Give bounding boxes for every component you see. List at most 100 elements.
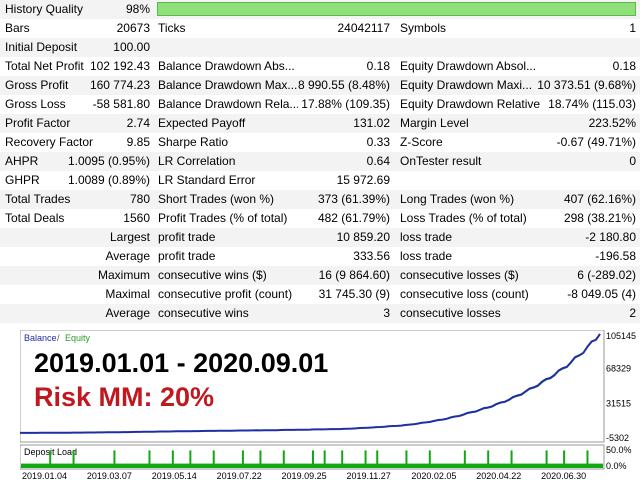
average-profit-value: 333.56 bbox=[353, 249, 390, 263]
avg-cons-wins-value: 3 bbox=[383, 306, 390, 320]
row-average: Average profit trade 333.56 loss trade -… bbox=[0, 247, 640, 266]
largest-label: Largest bbox=[109, 230, 150, 244]
gross-loss-label: Gross Loss bbox=[5, 97, 66, 111]
symbols-label: Symbols bbox=[400, 21, 447, 35]
bars-value: 20673 bbox=[116, 21, 150, 35]
total-trades-value: 780 bbox=[129, 192, 150, 206]
deposit-load-spike bbox=[282, 450, 285, 468]
short-trades-value: 373 (61.39%) bbox=[317, 192, 390, 206]
row-total-trades: Total Trades 780 Short Trades (won %) 37… bbox=[0, 190, 640, 209]
maximal-cons-profit-value: 31 745.30 (9) bbox=[318, 287, 390, 301]
x-tick-label: 2020.02.05 bbox=[411, 471, 456, 480]
x-tick-label: 2019.05.14 bbox=[152, 471, 197, 480]
equity-dd-rel-label: Equity Drawdown Relative bbox=[400, 97, 540, 111]
maximal-cons-loss-label: consecutive loss (count) bbox=[400, 287, 529, 301]
maximum-label: Maximum bbox=[97, 268, 150, 282]
x-tick-label: 2019.07.22 bbox=[217, 471, 262, 480]
row-total-deals: Total Deals 1560 Profit Trades (% of tot… bbox=[0, 209, 640, 228]
deposit-load-spike bbox=[376, 450, 379, 468]
deposit-load-spike bbox=[49, 450, 52, 468]
total-deals-label: Total Deals bbox=[5, 211, 65, 225]
ontester-label: OnTester result bbox=[400, 154, 482, 168]
max-cons-wins-label: consecutive wins ($) bbox=[158, 268, 267, 282]
average2-label: Average bbox=[105, 306, 150, 320]
lr-corr-value: 0.64 bbox=[366, 154, 390, 168]
gross-profit-label: Gross Profit bbox=[5, 78, 69, 92]
balance-dd-abs-value: 0.18 bbox=[366, 59, 390, 73]
balance-equity-chart: Balance / Equity 105145 68329 31515 -5302 D… bbox=[20, 330, 638, 480]
profit-factor-value: 2.74 bbox=[126, 116, 150, 130]
deposit-load-spike bbox=[487, 450, 490, 468]
lr-std-label: LR Standard Error bbox=[158, 173, 256, 187]
deposit-load-spike bbox=[323, 450, 326, 468]
total-trades-label: Total Trades bbox=[5, 192, 71, 206]
balance-dd-abs-label: Balance Drawdown Abs... bbox=[158, 59, 295, 73]
gross-profit-value: 160 774.23 bbox=[89, 78, 150, 92]
backtest-report: History Quality 98% Bars 20673 Ticks 240… bbox=[0, 0, 640, 323]
average-profit-label: profit trade bbox=[158, 249, 216, 263]
balance-dd-max-value: 8 990.55 (8.48%) bbox=[297, 78, 390, 92]
x-tick-label: 2019.11.27 bbox=[346, 471, 390, 480]
loss-trades-value: 298 (38.21%) bbox=[563, 211, 636, 225]
largest-profit-label: profit trade bbox=[158, 230, 216, 244]
expected-payoff-label: Expected Payoff bbox=[158, 116, 246, 130]
row-gross-profit: Gross Profit 160 774.23 Balance Drawdown… bbox=[0, 76, 640, 95]
history-quality-value: 98% bbox=[125, 2, 150, 16]
largest-profit-value: 10 859.20 bbox=[336, 230, 390, 244]
profit-factor-label: Profit Factor bbox=[5, 116, 71, 130]
avg-cons-wins-label: consecutive wins bbox=[158, 306, 249, 320]
maximal-cons-profit-label: consecutive profit (count) bbox=[158, 287, 293, 301]
largest-loss-value: -2 180.80 bbox=[585, 230, 636, 244]
equity-dd-rel-value: 18.74% (115.03) bbox=[548, 97, 636, 111]
deposit-load-spike bbox=[171, 450, 174, 468]
maximal-cons-loss-value: -8 049.05 (4) bbox=[567, 287, 636, 301]
average-loss-value: -196.58 bbox=[595, 249, 636, 263]
ticks-value: 24042117 bbox=[337, 21, 391, 35]
deposit-load-spike bbox=[72, 450, 75, 468]
row-history-quality: History Quality 98% bbox=[0, 0, 640, 19]
y-tick-label: 68329 bbox=[606, 364, 631, 374]
deposit-load-spike bbox=[586, 450, 589, 468]
max-cons-losses-label: consecutive losses ($) bbox=[400, 268, 519, 282]
risk-overlay: Risk MM: 20% bbox=[34, 382, 215, 412]
row-maximum: Maximum consecutive wins ($) 16 (9 864.6… bbox=[0, 266, 640, 285]
recovery-factor-label: Recovery Factor bbox=[5, 135, 94, 149]
row-maximal: Maximal consecutive profit (count) 31 74… bbox=[0, 285, 640, 304]
deposit-load-spike bbox=[428, 450, 431, 468]
row-average-cons: Average consecutive wins 3 consecutive l… bbox=[0, 304, 640, 323]
row-net-profit: Total Net Profit 102 192.43 Balance Draw… bbox=[0, 57, 640, 76]
deposit-load-spike bbox=[364, 450, 367, 468]
maximal-label: Maximal bbox=[105, 287, 150, 301]
equity-dd-abs-label: Equity Drawdown Absol... bbox=[400, 59, 537, 73]
y-tick-labels: 105145 68329 31515 -5302 bbox=[606, 331, 636, 443]
y-tick-label: 105145 bbox=[606, 331, 636, 341]
loss-trades-label: Loss Trades (% of total) bbox=[400, 211, 527, 225]
deposit-load-spike bbox=[545, 450, 548, 468]
date-range-overlay: 2019.01.01 - 2020.09.01 bbox=[34, 348, 329, 378]
y-tick-label: -5302 bbox=[606, 433, 629, 443]
row-ahpr: AHPR 1.0095 (0.95%) LR Correlation 0.64 … bbox=[0, 152, 640, 171]
sharpe-label: Sharpe Ratio bbox=[158, 135, 229, 149]
zscore-value: -0.67 (49.71%) bbox=[556, 135, 636, 149]
balance-dd-rel-value: 17.88% (109.35) bbox=[301, 97, 390, 111]
long-trades-value: 407 (62.16%) bbox=[563, 192, 636, 206]
deposit-load-spike bbox=[189, 450, 192, 468]
row-ghpr: GHPR 1.0089 (0.89%) LR Standard Error 15… bbox=[0, 171, 640, 190]
row-largest: Largest profit trade 10 859.20 loss trad… bbox=[0, 228, 640, 247]
balance-dd-max-label: Balance Drawdown Max... bbox=[158, 78, 298, 92]
deposit-load-spike bbox=[405, 450, 408, 468]
profit-trades-label: Profit Trades (% of total) bbox=[158, 211, 288, 225]
row-bars: Bars 20673 Ticks 24042117 Symbols 1 bbox=[0, 19, 640, 38]
deposit-load-y-tick: 0.0% bbox=[606, 461, 627, 471]
short-trades-label: Short Trades (won %) bbox=[158, 192, 275, 206]
total-deals-value: 1560 bbox=[123, 211, 150, 225]
deposit-load-spike bbox=[312, 450, 314, 468]
symbols-value: 1 bbox=[629, 21, 636, 35]
margin-level-label: Margin Level bbox=[400, 116, 469, 130]
x-tick-labels: 2019.01.04 2019.03.07 2019.05.14 2019.07.22… bbox=[22, 471, 586, 480]
deposit-load-spike bbox=[463, 450, 466, 468]
deposit-load-spike bbox=[341, 450, 344, 468]
row-recovery-factor: Recovery Factor 9.85 Sharpe Ratio 0.33 Z… bbox=[0, 133, 640, 152]
legend-equity: Equity bbox=[65, 333, 91, 343]
equity-dd-max-value: 10 373.51 (9.68%) bbox=[537, 78, 636, 92]
